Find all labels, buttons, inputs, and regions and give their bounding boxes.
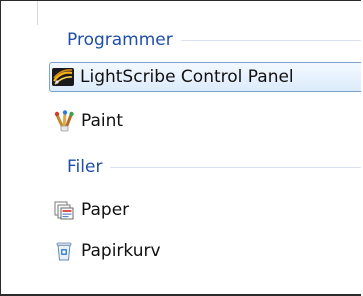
- result-item-label: Paper: [81, 200, 130, 220]
- group-header-files[interactable]: Filer: [67, 154, 361, 180]
- lightscribe-icon: [50, 66, 76, 88]
- recycle-bin-icon: [51, 240, 77, 262]
- result-item-lightscribe[interactable]: LightScribe Control Panel: [49, 62, 361, 92]
- group-header-rule: [110, 166, 361, 168]
- group-header-label: Filer: [67, 157, 103, 177]
- result-item-paper[interactable]: Paper: [51, 196, 361, 224]
- result-item-paint[interactable]: Paint: [51, 107, 361, 135]
- start-menu-search-results: Programmer LightScribe Control Panel Pai…: [0, 0, 361, 296]
- group-header-label: Programmer: [67, 30, 173, 50]
- result-item-label: Papirkurv: [81, 241, 161, 261]
- group-header-rule: [180, 39, 361, 41]
- result-item-label: Paint: [81, 111, 124, 131]
- result-item-recycle-bin[interactable]: Papirkurv: [51, 237, 361, 265]
- paint-brushes-icon: [51, 110, 77, 132]
- group-header-programs[interactable]: Programmer: [67, 27, 361, 53]
- folder-files-icon: [51, 199, 77, 221]
- panel-divider: [37, 1, 38, 25]
- result-item-label: LightScribe Control Panel: [80, 67, 294, 87]
